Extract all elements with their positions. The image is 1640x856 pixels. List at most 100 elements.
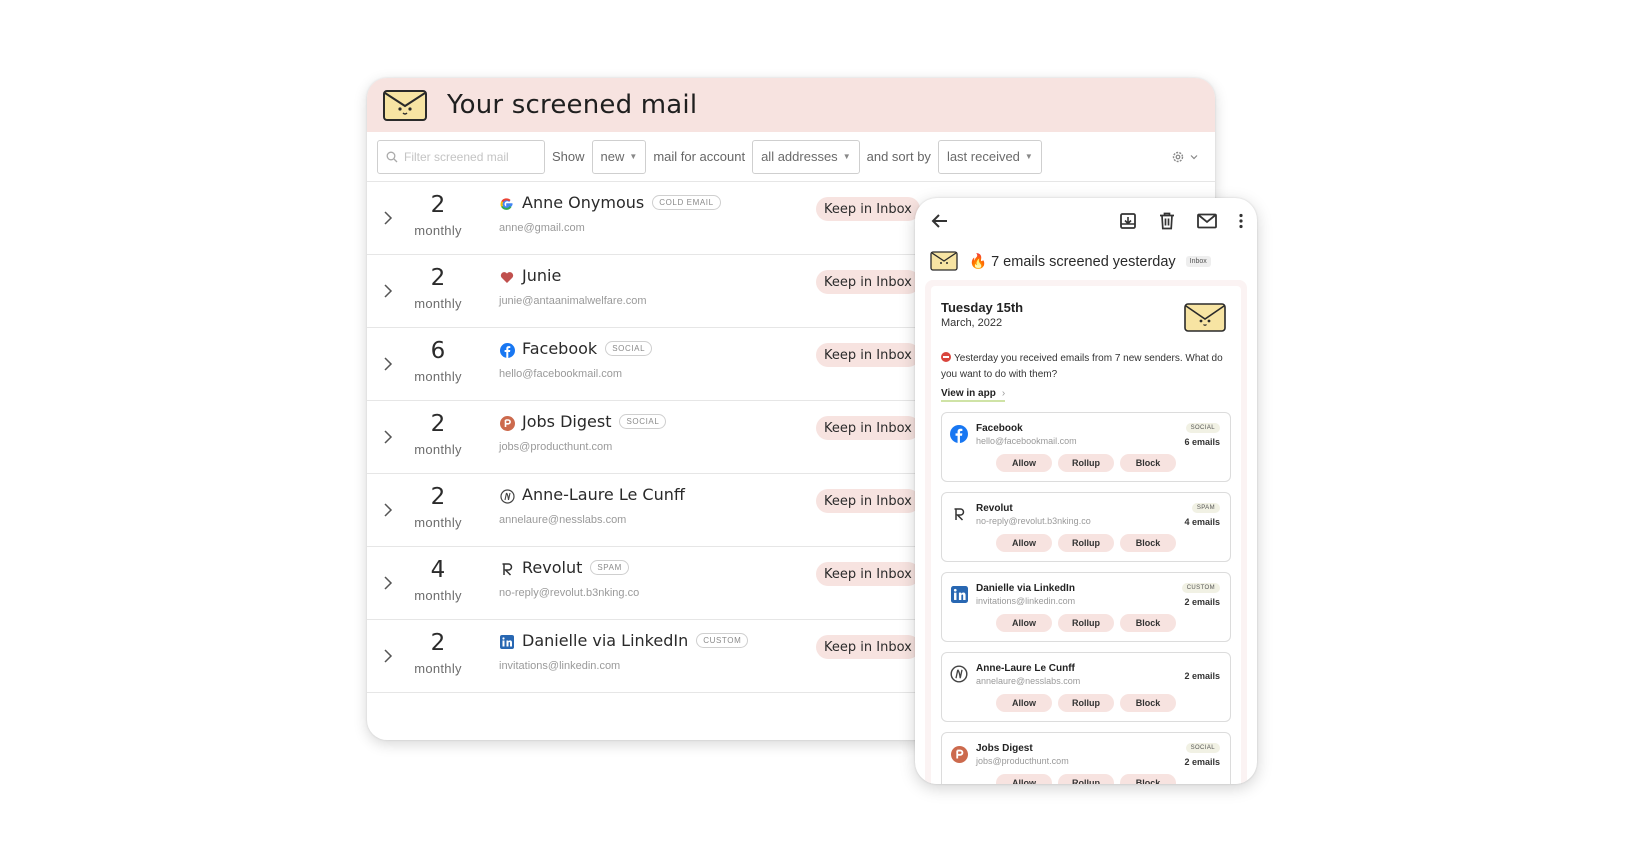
block-button[interactable]: Block [1120,534,1176,552]
sender-name-text: Jobs Digest [522,412,612,431]
sender-email: anne@gmail.com [499,222,585,234]
sender-card-facebook: Facebook hello@facebookmail.com SOCIAL 6… [941,412,1231,482]
rollup-button[interactable]: Rollup [1058,454,1114,472]
more-vertical-icon[interactable] [1239,213,1243,229]
sender-name: Jobs Digest [976,743,1033,754]
email-count: 4 [430,557,446,583]
search-icon [386,151,398,162]
sender-email: annelaure@nesslabs.com [499,514,627,526]
archive-icon[interactable] [1119,212,1137,230]
mobile-email-panel: 🔥 7 emails screened yesterday Inbox Tues… [915,198,1257,784]
email-subject-row: 🔥 7 emails screened yesterday Inbox [915,244,1257,278]
inbox-label-chip[interactable]: Inbox [1185,255,1211,267]
block-button[interactable]: Block [1120,454,1176,472]
email-count: 2 [430,484,446,510]
sender-email: jobs@producthunt.com [976,756,1069,766]
account-select-value: all addresses [761,149,838,164]
page-title: Your screened mail [447,90,698,120]
sender-name: Danielle via LinkedIn CUSTOM [522,631,749,650]
sender-name: Revolut SPAM [522,558,629,577]
chevron-right-icon[interactable] [381,502,395,518]
action-buttons: Allow Rollup Block [942,774,1230,784]
sender-name: Facebook [976,423,1023,434]
keep-in-inbox-button[interactable]: Keep in Inbox [816,635,920,659]
search-input[interactable]: Filter screened mail [377,139,545,174]
view-in-app-link[interactable]: View in app › [941,388,1006,402]
sender-email: invitations@linkedin.com [499,660,621,672]
sort-select-value: last received [946,149,1020,164]
rollup-button[interactable]: Rollup [1058,614,1114,632]
sender-email: no-reply@revolut.b3nking.co [499,587,640,599]
chevron-right-icon[interactable] [381,648,395,664]
nesslabs-icon [499,488,515,504]
sender-name-text: Facebook [522,339,598,358]
chevron-right-icon[interactable] [381,356,395,372]
linkedin-icon [499,634,515,650]
back-arrow-icon[interactable] [929,210,951,232]
category-tag: CUSTOM [696,633,749,648]
digest-intro: Yesterday you received emails from 7 new… [941,351,1231,383]
category-tag: COLD EMAIL [652,195,721,210]
keep-in-inbox-button[interactable]: Keep in Inbox [816,270,920,294]
chevron-right-icon[interactable] [381,429,395,445]
caret-down-icon: ▼ [1024,152,1033,161]
keep-in-inbox-button[interactable]: Keep in Inbox [816,343,920,367]
trash-icon[interactable] [1159,212,1175,230]
allow-button[interactable]: Allow [996,694,1052,712]
keep-in-inbox-button[interactable]: Keep in Inbox [816,562,920,586]
email-frequency: monthly [414,223,462,238]
sender-email: hello@facebookmail.com [976,436,1077,446]
category-tag: SOCIAL [619,414,667,429]
email-frequency: monthly [414,369,462,384]
sender-card-anne-laure: Anne-Laure Le Cunff annelaure@nesslabs.c… [941,652,1231,722]
action-buttons: Allow Rollup Block [942,694,1230,712]
email-frequency: monthly [414,661,462,676]
show-select[interactable]: new ▼ [591,139,647,174]
category-tag: SOCIAL [605,341,653,356]
allow-button[interactable]: Allow [996,614,1052,632]
block-button[interactable]: Block [1120,614,1176,632]
category-tag: SOCIAL [1185,423,1220,433]
allow-button[interactable]: Allow [996,774,1052,784]
sender-name: Junie [522,266,561,285]
category-tag: CUSTOM [1181,583,1220,593]
chevron-right-icon[interactable] [381,283,395,299]
sender-email: annelaure@nesslabs.com [976,676,1081,686]
email-content: Tuesday 15th March, 2022 Yesterday you r… [931,286,1241,784]
email-count: 2 [430,265,446,291]
sender-email: invitations@linkedin.com [976,596,1076,606]
digest-intro-text: Yesterday you received emails from 7 new… [941,353,1223,380]
producthunt-icon [950,745,968,763]
sort-select[interactable]: last received ▼ [937,139,1042,174]
sender-email: junie@antaanimalwelfare.com [499,295,647,307]
account-select[interactable]: all addresses ▼ [752,139,860,174]
window-header: Your screened mail [367,78,1215,132]
email-count: 6 emails [1184,437,1220,447]
allow-button[interactable]: Allow [996,454,1052,472]
block-button[interactable]: Block [1120,694,1176,712]
email-frequency: monthly [414,442,462,457]
account-label: mail for account [653,149,746,164]
sender-name: Anne-Laure Le Cunff [522,485,685,504]
mail-icon[interactable] [1197,213,1217,229]
chevron-right-icon[interactable] [381,210,395,226]
rollup-button[interactable]: Rollup [1058,694,1114,712]
keep-in-inbox-button[interactable]: Keep in Inbox [816,197,920,221]
facebook-icon [499,342,515,358]
email-count: 2 emails [1184,671,1220,681]
chevron-right-icon[interactable] [381,575,395,591]
keep-in-inbox-button[interactable]: Keep in Inbox [816,416,920,440]
rollup-button[interactable]: Rollup [1058,534,1114,552]
block-button[interactable]: Block [1120,774,1176,784]
rollup-button[interactable]: Rollup [1058,774,1114,784]
sender-name-text: Anne Onymous [522,193,645,212]
allow-button[interactable]: Allow [996,534,1052,552]
keep-in-inbox-button[interactable]: Keep in Inbox [816,489,920,513]
filter-toolbar: Filter screened mail Show new ▼ mail for … [367,132,1215,182]
action-buttons: Allow Rollup Block [942,454,1230,472]
email-count: 4 emails [1184,517,1220,527]
sort-label: and sort by [866,149,931,164]
settings-menu[interactable] [1171,150,1199,164]
sender-email: hello@facebookmail.com [499,368,623,380]
sender-email: no-reply@revolut.b3nking.co [976,516,1091,526]
